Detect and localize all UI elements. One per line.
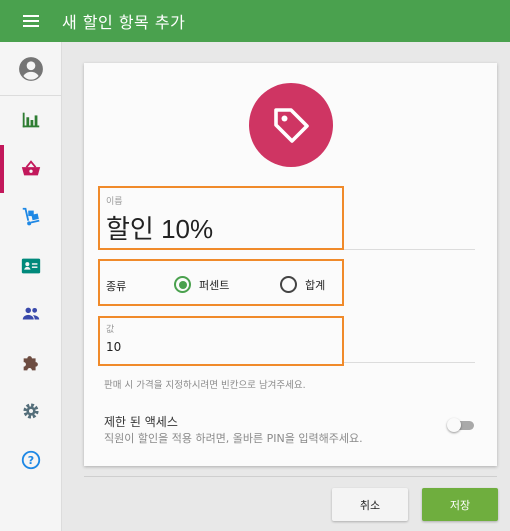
shopping-basket-icon: [21, 159, 40, 176]
restricted-access-toggle[interactable]: [447, 418, 475, 432]
sidebar-item-sales[interactable]: [0, 144, 61, 194]
puzzle-icon: [23, 355, 38, 371]
toggle-knob: [447, 418, 461, 432]
value-input[interactable]: 10: [106, 340, 121, 354]
hand-truck-icon: [22, 208, 39, 226]
divider: [344, 249, 475, 250]
sidebar-item-inventory[interactable]: [0, 193, 61, 242]
restricted-access-description: 직원이 할인을 적용 하려면, 올바른 PIN을 입력해주세요.: [104, 432, 363, 445]
sidebar-item-apps[interactable]: [0, 339, 61, 388]
app-bar: 새 할인 항목 추가: [0, 0, 510, 42]
account-circle-icon: [18, 56, 43, 81]
help-circle-icon: ?: [21, 450, 40, 469]
people-icon: [22, 307, 39, 320]
discount-form-card: 이름 할인 10% 종류 퍼센트 합계 값 10 판매 시 가격을 지정하시려면…: [84, 63, 497, 466]
discount-tag-badge: [249, 83, 333, 167]
type-field-label: 종류: [106, 280, 127, 293]
save-button[interactable]: 저장: [422, 488, 498, 521]
cancel-button[interactable]: 취소: [332, 488, 408, 521]
sidebar-item-customers[interactable]: [0, 290, 61, 339]
name-input[interactable]: 할인 10%: [106, 209, 213, 246]
value-field-highlight: [98, 316, 344, 366]
divider: [344, 362, 475, 363]
radio-total[interactable]: 합계: [280, 276, 325, 293]
name-field-label: 이름: [106, 197, 123, 207]
value-hint: 판매 시 가격을 지정하시려면 빈칸으로 남겨주세요.: [104, 380, 306, 391]
menu-icon[interactable]: [0, 0, 62, 42]
contact-card-icon: [21, 258, 40, 274]
sidebar: ?: [0, 42, 62, 531]
radio-percent[interactable]: 퍼센트: [174, 276, 229, 293]
sidebar-item-help[interactable]: ?: [0, 436, 61, 485]
tag-icon: [274, 108, 309, 143]
value-field-label: 값: [106, 325, 115, 335]
svg-text:?: ?: [27, 454, 33, 467]
radio-total-label: 합계: [305, 278, 326, 292]
sidebar-item-profile[interactable]: [0, 42, 61, 96]
restricted-access-label: 제한 된 액세스: [104, 415, 178, 429]
sidebar-item-reports[interactable]: [0, 96, 61, 145]
sidebar-item-settings[interactable]: [0, 387, 61, 436]
bar-chart-icon: [22, 112, 39, 128]
page-title: 새 할인 항목 추가: [62, 13, 186, 32]
radio-percent-label: 퍼센트: [199, 278, 230, 292]
footer-divider: [84, 476, 497, 477]
gear-icon: [22, 403, 39, 419]
sidebar-item-employees[interactable]: [0, 242, 61, 291]
radio-unchecked-icon: [280, 276, 297, 293]
radio-checked-icon: [174, 276, 191, 293]
